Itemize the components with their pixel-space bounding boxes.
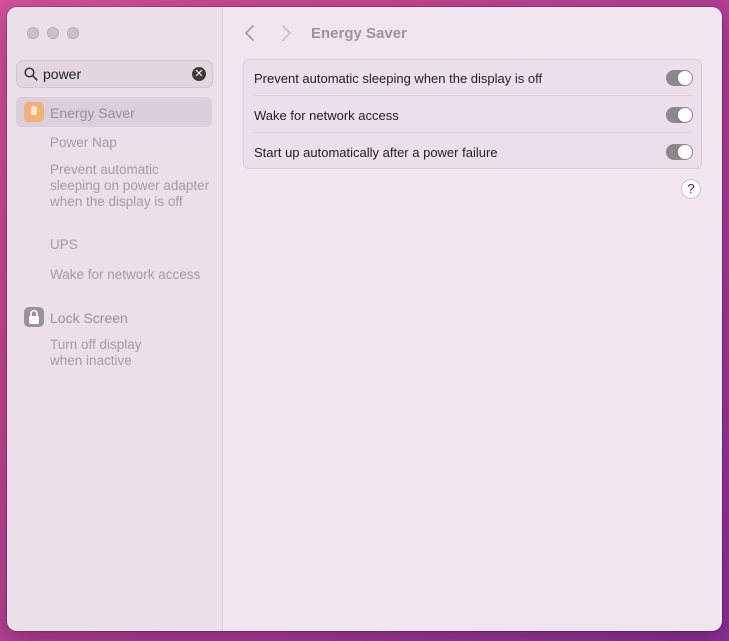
sidebar: ✕ Energy Saver Power Nap Prevent automat… xyxy=(7,7,223,631)
chevron-left-icon xyxy=(245,25,254,41)
search-field[interactable]: ✕ xyxy=(16,60,213,88)
lock-icon xyxy=(24,307,44,327)
back-button[interactable] xyxy=(240,21,260,45)
settings-card: Prevent automatic sleeping when the disp… xyxy=(243,59,702,169)
page-title: Energy Saver xyxy=(311,25,407,42)
startup-power-failure-toggle[interactable] xyxy=(666,144,693,160)
close-window-button[interactable] xyxy=(27,27,39,39)
forward-button[interactable] xyxy=(276,21,296,45)
sidebar-subitem-wake-network[interactable]: Wake for network access xyxy=(50,267,200,283)
settings-window: ✕ Energy Saver Power Nap Prevent automat… xyxy=(7,7,722,631)
sidebar-subitem-prevent-sleep[interactable]: Prevent automatic sleeping on power adap… xyxy=(50,162,210,210)
setting-label: Prevent automatic sleeping when the disp… xyxy=(254,71,543,86)
sidebar-subitem-ups[interactable]: UPS xyxy=(50,237,78,253)
zoom-window-button[interactable] xyxy=(67,27,79,39)
setting-row-startup-power-failure: Start up automatically after a power fai… xyxy=(244,134,701,170)
sidebar-subitem-turn-off-display[interactable]: Turn off display when inactive xyxy=(50,337,170,369)
clear-search-icon[interactable]: ✕ xyxy=(192,67,206,81)
help-button[interactable]: ? xyxy=(681,179,701,199)
row-divider xyxy=(254,95,691,96)
sidebar-item-energy-saver[interactable]: Energy Saver xyxy=(50,105,135,121)
setting-label: Start up automatically after a power fai… xyxy=(254,145,498,160)
prevent-sleep-toggle[interactable] xyxy=(666,70,693,86)
setting-row-prevent-sleep: Prevent automatic sleeping when the disp… xyxy=(244,60,701,96)
lightbulb-icon xyxy=(24,102,44,122)
minimize-window-button[interactable] xyxy=(47,27,59,39)
search-input[interactable] xyxy=(43,64,183,84)
setting-label: Wake for network access xyxy=(254,108,399,123)
wake-network-toggle[interactable] xyxy=(666,107,693,123)
chevron-right-icon xyxy=(282,25,291,41)
row-divider xyxy=(254,132,691,133)
sidebar-item-lock-screen[interactable]: Lock Screen xyxy=(50,310,128,326)
setting-row-wake-network: Wake for network access xyxy=(244,97,701,133)
sidebar-subitem-power-nap[interactable]: Power Nap xyxy=(50,135,117,151)
window-controls xyxy=(27,27,79,39)
search-icon xyxy=(24,67,38,81)
